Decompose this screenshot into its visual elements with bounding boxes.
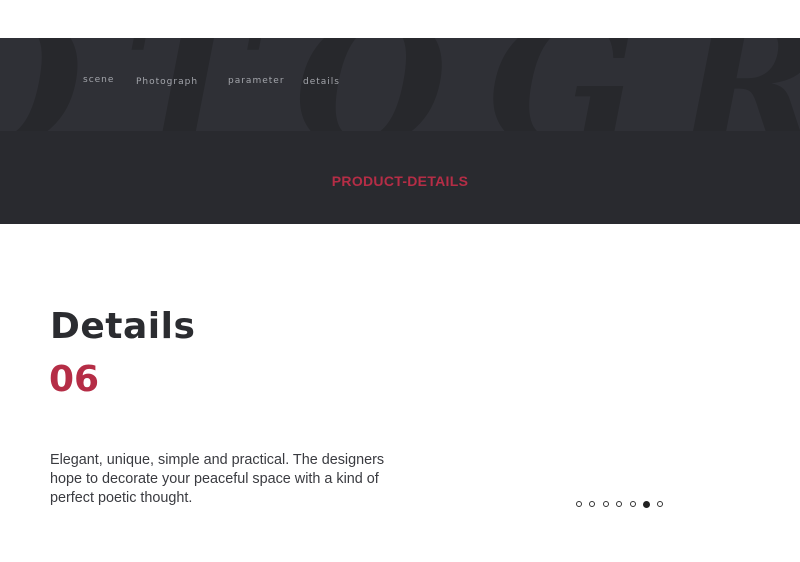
hero-banner: OTOGRA scene Photograph parameter detail… (0, 38, 800, 224)
section-heading: Details (50, 306, 196, 347)
pagination-dot[interactable] (576, 501, 582, 507)
banner-title: PRODUCT-DETAILS (331, 173, 469, 189)
section-description: Elegant, unique, simple and practical. T… (50, 452, 385, 506)
pagination-dot[interactable] (602, 501, 609, 507)
pagination-dot-active[interactable] (642, 500, 650, 508)
section-number: 06 (49, 359, 100, 400)
banner-top-band: OTOGRA scene Photograph parameter detail… (0, 38, 800, 131)
top-navigation: scene Photograph parameter details (0, 38, 800, 131)
nav-item-details[interactable]: details (303, 77, 340, 87)
nav-item-photograph[interactable]: Photograph (136, 77, 198, 87)
pagination-dot[interactable] (629, 501, 636, 507)
nav-item-parameter[interactable]: parameter (228, 76, 285, 86)
slide-pagination (576, 500, 671, 508)
pagination-dot[interactable] (589, 501, 596, 507)
page: OTOGRA scene Photograph parameter detail… (0, 0, 800, 562)
pagination-dot[interactable] (657, 501, 664, 507)
pagination-dot[interactable] (616, 501, 623, 507)
nav-item-scene[interactable]: scene (83, 75, 114, 85)
